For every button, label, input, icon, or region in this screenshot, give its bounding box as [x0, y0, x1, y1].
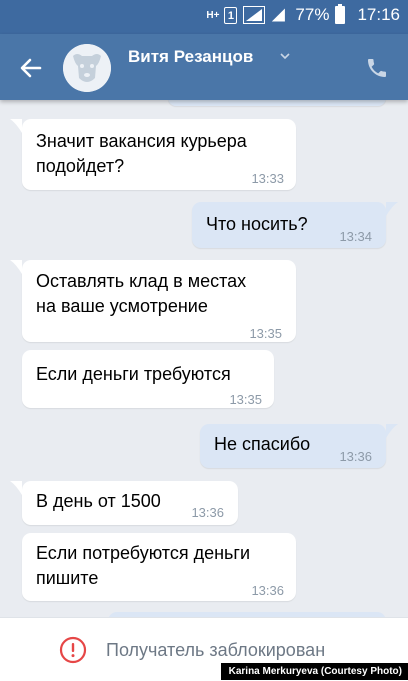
chat-header: Витя Резанцов — [0, 34, 408, 100]
previous-message-partial — [168, 100, 386, 106]
warning-circle-icon — [59, 636, 87, 664]
avatar[interactable] — [63, 44, 111, 92]
battery-icon — [335, 4, 346, 24]
blocked-text: Получатель заблокирован — [106, 640, 326, 660]
clock: 17:16 — [357, 5, 400, 24]
message-text-line: Значит вакансия курьера — [36, 131, 247, 151]
message-incoming[interactable]: Если потребуются деньги пишите 13:36 — [22, 533, 296, 601]
bubble-tail — [10, 260, 22, 274]
message-time: 13:34 — [339, 229, 372, 244]
bubble-tail — [10, 481, 22, 495]
message-time: 13:36 — [339, 449, 372, 464]
sim-icon: 1 — [224, 6, 238, 24]
message-incoming[interactable]: Если деньги требуются 13:35 — [22, 350, 274, 408]
message-time: 13:36 — [251, 583, 284, 598]
phone-icon[interactable] — [365, 56, 389, 80]
message-incoming[interactable]: В день от 1500 13:36 — [22, 481, 238, 525]
dog-avatar-icon — [63, 44, 111, 92]
battery-percent: 77% — [295, 5, 330, 24]
message-time: 13:35 — [249, 326, 282, 341]
message-text-line: Если потребуются деньги — [36, 543, 251, 563]
back-arrow-icon[interactable] — [16, 53, 46, 83]
signal-strength-icon — [272, 8, 286, 22]
status-bar: H+ 1 77% 17:16 — [0, 0, 408, 34]
message-incoming[interactable]: Значит вакансия курьера подойдет? 13:33 — [22, 119, 296, 190]
message-text-line: В день от 1500 — [36, 491, 161, 511]
message-outgoing[interactable]: Что носить? 13:34 — [192, 202, 386, 248]
bubble-tail — [386, 202, 398, 216]
message-time: 13:33 — [251, 171, 284, 186]
message-text-line: на ваше усмотрение — [36, 296, 208, 316]
message-outgoing[interactable]: Не спасибо 13:36 — [200, 424, 386, 468]
message-text-line: Если деньги требуются — [36, 364, 231, 384]
message-text-line: Не спасибо — [214, 434, 311, 454]
message-incoming[interactable]: Оставлять клад в местах на ваше усмотрен… — [22, 260, 296, 342]
network-type: H+ — [206, 9, 220, 21]
message-time: 13:36 — [191, 505, 224, 520]
contact-name[interactable]: Витя Резанцов — [128, 47, 253, 67]
signal-icon — [243, 6, 266, 24]
message-list[interactable]: Значит вакансия курьера подойдет? 13:33 … — [0, 100, 408, 617]
bubble-tail — [10, 119, 22, 133]
photo-credit: Karina Merkuryeva (Courtesy Photo) — [220, 663, 408, 680]
message-text-line: Оставлять клад в местах — [36, 271, 247, 291]
message-time: 13:35 — [229, 392, 262, 407]
message-text-line: пишите — [36, 568, 99, 588]
chevron-down-icon[interactable] — [279, 50, 291, 62]
bubble-tail — [386, 424, 398, 438]
message-text-line: подойдет? — [36, 156, 125, 176]
message-text-line: Что носить? — [206, 214, 308, 234]
